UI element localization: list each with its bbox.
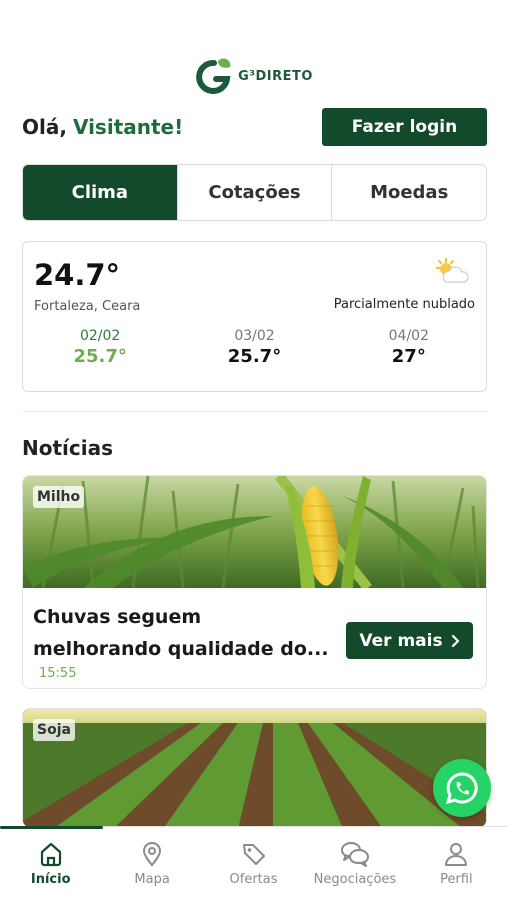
news-card[interactable]: Soja — [22, 708, 487, 828]
greeting-text: Olá, Visitante! — [22, 115, 183, 139]
tab-cotacoes[interactable]: Cotações — [178, 165, 333, 220]
greeting-hello: Olá, — [22, 115, 67, 139]
see-more-label: Ver mais — [359, 630, 443, 651]
forecast-date: 02/02 — [79, 328, 121, 344]
nav-item-negociacoes[interactable]: Negociações — [304, 827, 405, 900]
login-button[interactable]: Fazer login — [322, 108, 487, 146]
headline-line: Chuvas seguem — [33, 606, 202, 628]
forecast-day: 04/02 27° — [332, 328, 486, 367]
greeting-visitor-name: Visitante! — [72, 115, 184, 139]
news-image-soy: Soja — [23, 709, 486, 827]
tab-moedas[interactable]: Moedas — [332, 165, 486, 220]
forecast-date: 04/02 — [388, 328, 429, 344]
nav-label: Negociações — [313, 872, 397, 887]
forecast-temp: 25.7° — [227, 346, 282, 367]
whatsapp-button[interactable] — [433, 759, 491, 817]
see-more-button[interactable]: Ver mais — [346, 622, 473, 659]
nav-label: Ofertas — [229, 872, 278, 887]
forecast-day: 02/02 25.7° — [23, 328, 177, 367]
news-body: Chuvas seguem melhorando qualidade do...… — [23, 588, 486, 688]
weather-location: Fortaleza, Ceara — [34, 299, 141, 314]
nav-label: Mapa — [134, 872, 170, 887]
user-icon — [445, 843, 468, 866]
nav-label: Perfil — [440, 872, 473, 887]
news-time: 15:55 — [39, 666, 77, 681]
news-tag: Soja — [33, 719, 75, 741]
news-tag: Milho — [33, 486, 85, 508]
home-icon — [40, 842, 61, 867]
news-section-title: Notícias — [22, 436, 114, 460]
app-logo: G³DIRETO — [0, 56, 507, 96]
forecast-temp: 25.7° — [73, 346, 127, 367]
news-image-corn: Milho — [23, 476, 486, 588]
current-temperature: 24.7° — [34, 258, 121, 292]
nav-item-perfil[interactable]: Perfil — [406, 827, 507, 900]
chat-icon — [340, 841, 369, 867]
nav-label: Início — [30, 872, 71, 887]
news-card[interactable]: Milho Chuvas seguem melhorando qualidade… — [22, 475, 487, 689]
forecast-day: 03/02 25.7° — [177, 328, 331, 367]
forecast-temp: 27° — [391, 346, 426, 367]
tag-icon — [242, 844, 265, 865]
headline-line: melhorando qualidade do... — [33, 638, 329, 660]
section-divider — [22, 411, 487, 412]
weather-card: 24.7° Fortaleza, Ceara Parcialmente nubl… — [22, 241, 487, 392]
info-tabs: Clima Cotações Moedas — [22, 164, 487, 221]
greeting-row: Olá, Visitante! Fazer login — [22, 107, 487, 147]
chevron-right-icon — [451, 634, 459, 647]
map-pin-icon — [143, 842, 162, 867]
tab-clima[interactable]: Clima — [23, 165, 178, 220]
partly-cloudy-icon — [436, 258, 469, 283]
nav-item-mapa[interactable]: Mapa — [101, 827, 202, 900]
g3-logo-icon — [196, 58, 231, 94]
news-headline[interactable]: Chuvas seguem melhorando qualidade do... — [33, 601, 338, 665]
nav-item-ofertas[interactable]: Ofertas — [203, 827, 304, 900]
whatsapp-icon — [445, 772, 478, 805]
brand-name: G³DIRETO — [238, 68, 313, 84]
nav-item-inicio[interactable]: Início — [0, 827, 101, 900]
forecast-date: 03/02 — [234, 328, 275, 344]
weather-condition: Parcialmente nublado — [333, 297, 475, 312]
active-nav-indicator — [0, 826, 103, 829]
weather-forecast: 02/02 25.7° 03/02 25.7° 04/02 27° — [23, 328, 486, 367]
bottom-navigation: Início Mapa Ofertas Negociações Perfil — [0, 826, 507, 900]
